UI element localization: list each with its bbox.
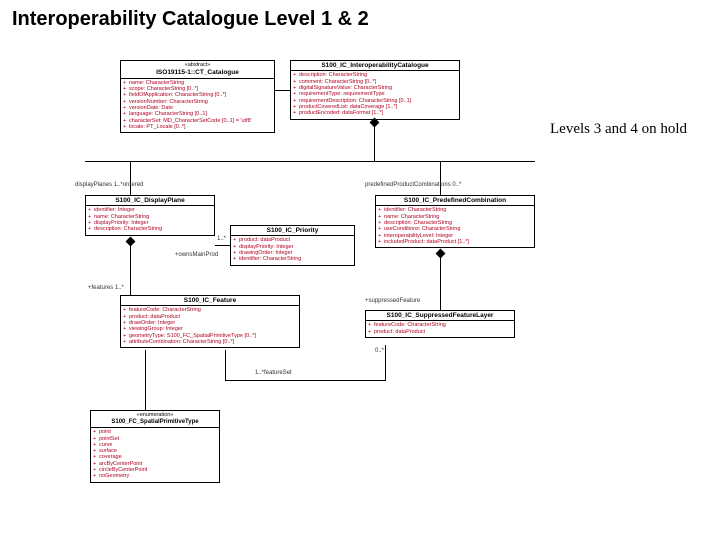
- label-features: +features 1..*: [88, 285, 124, 291]
- label-zerostar: 0..*: [375, 348, 384, 354]
- attr-list: name: CharacterString scope: CharacterSt…: [121, 79, 274, 133]
- connector: [215, 245, 230, 246]
- class-ic: S100_IC_InteroperabilityCatalogue descri…: [290, 60, 460, 120]
- class-title: S100_IC_Priority: [231, 226, 354, 236]
- class-display-plane: S100_IC_DisplayPlane identifier: Integer…: [85, 195, 215, 236]
- class-title: S100_FC_SpatialPrimitiveType: [91, 418, 219, 428]
- attr-list: featureCode: CharacterString product: da…: [121, 306, 299, 347]
- connector: [440, 257, 441, 310]
- label-displayplanes: displayPlanes 1..*ordered: [75, 182, 143, 188]
- side-note: Levels 3 and 4 on hold: [550, 120, 690, 139]
- attr-list: featureCode: CharacterString product: da…: [366, 321, 514, 337]
- label-featureset: 1..*featureSet: [255, 370, 292, 376]
- page-title: Interoperability Catalogue Level 1 & 2: [12, 8, 708, 31]
- connector: [385, 345, 386, 381]
- class-title: S100_IC_PredefinedCombination: [376, 196, 534, 206]
- attr-list: description: CharacterString comment: Ch…: [291, 71, 459, 118]
- connector: [130, 245, 131, 295]
- label-predefined: predefinedProductCombinations 0..*: [365, 182, 461, 188]
- class-title: S100_IC_DisplayPlane: [86, 196, 214, 206]
- class-title: S100_IC_InteroperabilityCatalogue: [291, 61, 459, 71]
- class-priority: S100_IC_Priority product: dataProduct di…: [230, 225, 355, 266]
- attr-list: identifier: Integer name: CharacterStrin…: [86, 206, 214, 234]
- label-suppressed: +suppressedFeature: [365, 298, 420, 304]
- class-title: ISO19115-1::CT_Catalogue: [121, 68, 274, 78]
- attr-list: product: dataProduct displayPriority: In…: [231, 236, 354, 264]
- label-owns: +ownsMainProd: [175, 252, 218, 258]
- label-onestar: 1..*: [217, 236, 226, 242]
- enum-list: point pointSet curve surface coverage ar…: [91, 428, 219, 482]
- class-suppressed: S100_IC_SuppressedFeatureLayer featureCo…: [365, 310, 515, 338]
- attr-list: identifier: CharacterString name: Charac…: [376, 206, 534, 247]
- class-title: S100_IC_Feature: [121, 296, 299, 306]
- connector: [440, 161, 441, 195]
- class-feature: S100_IC_Feature featureCode: CharacterSt…: [120, 295, 300, 348]
- uml-diagram: «abstract» ISO19115-1::CT_Catalogue name…: [85, 60, 535, 525]
- class-title: S100_IC_SuppressedFeatureLayer: [366, 311, 514, 321]
- connector: [225, 350, 226, 380]
- connector: [130, 161, 131, 195]
- connector: [275, 90, 290, 91]
- stereotype: «enumeration»: [91, 411, 219, 418]
- class-predefined: S100_IC_PredefinedCombination identifier…: [375, 195, 535, 248]
- connector: [374, 126, 375, 161]
- class-ct-catalogue: «abstract» ISO19115-1::CT_Catalogue name…: [120, 60, 275, 133]
- connector: [85, 161, 535, 162]
- class-enum: «enumeration» S100_FC_SpatialPrimitiveTy…: [90, 410, 220, 483]
- stereotype: «abstract»: [121, 61, 274, 68]
- connector: [225, 380, 385, 381]
